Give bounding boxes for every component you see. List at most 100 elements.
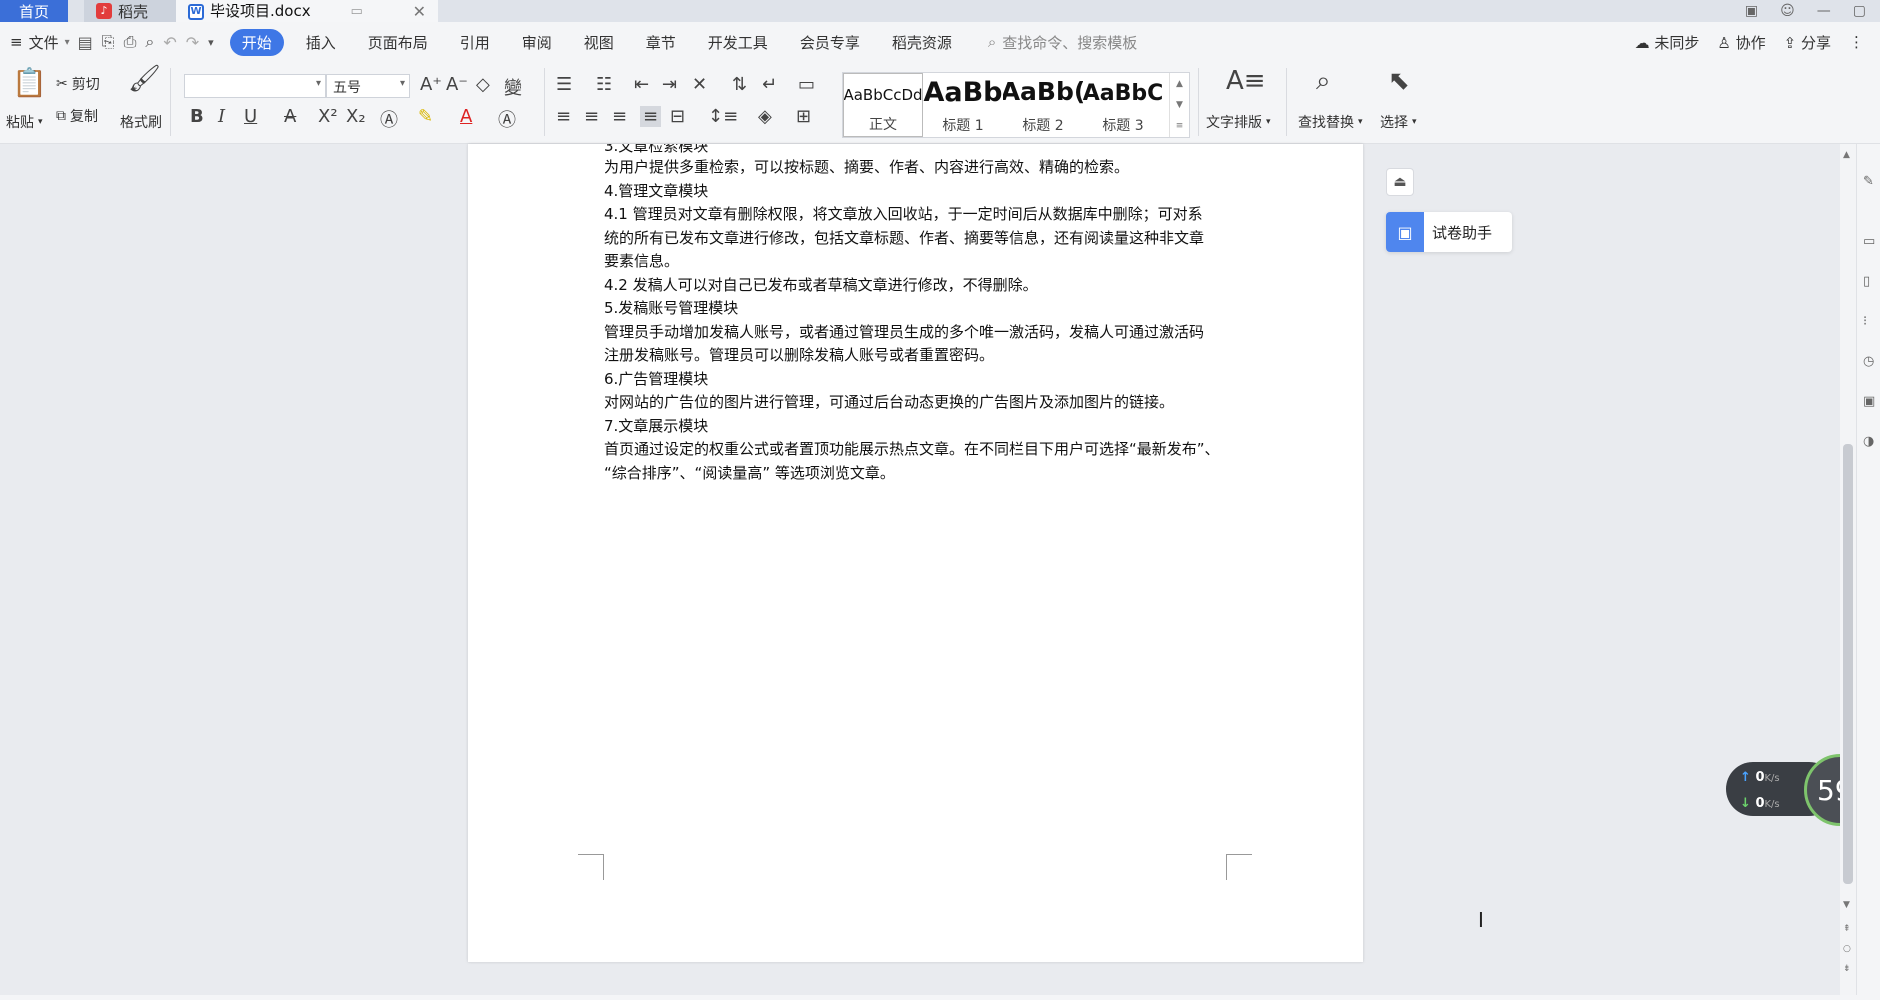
phonetic-guide-icon[interactable]: 變 bbox=[504, 74, 522, 100]
file-menu[interactable]: ≡ 文件 ▾ bbox=[10, 32, 78, 53]
copy-button[interactable]: ⧉ 复制 bbox=[56, 106, 98, 126]
side-tool-icon[interactable]: ◷ bbox=[1863, 354, 1874, 369]
menu-tab-daoke-resources[interactable]: 稻壳资源 bbox=[876, 32, 968, 53]
grow-font-icon[interactable]: A⁺ bbox=[420, 74, 442, 95]
avatar[interactable]: ☺ bbox=[1780, 3, 1795, 19]
side-tool-icon[interactable]: ▭ bbox=[1863, 234, 1875, 249]
side-tool-icon[interactable]: ⁝ bbox=[1863, 314, 1867, 329]
close-tab-icon[interactable]: ✕ bbox=[413, 0, 426, 24]
char-border-icon[interactable]: Ⓐ bbox=[498, 106, 516, 132]
menu-tab-page-layout[interactable]: 页面布局 bbox=[352, 32, 444, 53]
exam-assistant-button[interactable]: ▣ 试卷助手 bbox=[1386, 212, 1512, 252]
menu-tab-member[interactable]: 会员专享 bbox=[784, 32, 876, 53]
side-tool-icon[interactable]: ✎ bbox=[1863, 174, 1874, 189]
find-replace-button[interactable]: 查找替换 ▾ bbox=[1298, 112, 1363, 132]
show-marks-icon[interactable]: ↵ bbox=[762, 74, 777, 95]
font-name-select[interactable]: ▾ bbox=[184, 74, 326, 98]
strikethrough-icon[interactable]: A bbox=[284, 106, 296, 127]
clear-format-icon[interactable]: ◇ bbox=[476, 74, 490, 95]
distributed-align-icon[interactable]: ⊟ bbox=[670, 106, 685, 127]
menu-tab-references[interactable]: 引用 bbox=[444, 32, 506, 53]
justify-icon[interactable]: ≡ bbox=[640, 106, 662, 127]
style-heading-3[interactable]: AaBbC 标题 3 bbox=[1083, 73, 1163, 137]
font-size-select[interactable]: 五号 ▾ bbox=[326, 74, 410, 98]
style-normal[interactable]: AaBbCcDd 正文 bbox=[843, 73, 923, 137]
next-page-icon[interactable]: ⇟ bbox=[1843, 964, 1851, 974]
maximize-icon[interactable]: ▢ bbox=[1853, 3, 1866, 19]
share-button[interactable]: ⇪ 分享 bbox=[1784, 32, 1831, 53]
underline-icon[interactable]: U bbox=[244, 106, 257, 127]
side-tool-icon[interactable]: ▯ bbox=[1863, 274, 1870, 289]
borders-icon[interactable]: ⊞ bbox=[796, 106, 811, 127]
shrink-font-icon[interactable]: A⁻ bbox=[446, 74, 468, 95]
print-icon[interactable]: ⎙ bbox=[124, 32, 137, 52]
tab-home[interactable]: 首页 bbox=[0, 0, 68, 22]
bold-icon[interactable]: B bbox=[190, 106, 204, 127]
font-color-icon[interactable]: A bbox=[460, 106, 472, 127]
layout-icon[interactable]: ▣ bbox=[1745, 3, 1758, 19]
menu-tab-review[interactable]: 审阅 bbox=[506, 32, 568, 53]
subscript-icon[interactable]: X₂ bbox=[346, 106, 366, 127]
tab-document[interactable]: W 毕设项目.docx ▭ ✕ bbox=[176, 0, 438, 24]
save-icon[interactable]: ▤ bbox=[78, 33, 93, 52]
document-body[interactable]: 3.文章检索模块 为用户提供多重检索，可以按标题、摘要、作者、内容进行高效、精确… bbox=[604, 144, 1244, 485]
expand-icon[interactable]: ≡ bbox=[1176, 121, 1184, 131]
scroll-down-icon[interactable]: ▼ bbox=[1843, 900, 1850, 910]
document-page[interactable]: 3.文章检索模块 为用户提供多重检索，可以按标题、摘要、作者、内容进行高效、精确… bbox=[468, 144, 1484, 962]
line-spacing-icon[interactable]: ↕≡ bbox=[708, 106, 738, 127]
align-left-icon[interactable]: ≡ bbox=[556, 106, 571, 127]
align-center-icon[interactable]: ≡ bbox=[584, 106, 599, 127]
style-heading-2[interactable]: AaBb( 标题 2 bbox=[1003, 73, 1083, 137]
pin-icon[interactable]: ▭ bbox=[350, 0, 362, 24]
text-layout-button[interactable]: 文字排版 ▾ bbox=[1206, 112, 1271, 132]
search-icon[interactable]: ⌕ bbox=[1316, 66, 1331, 97]
increase-indent-icon[interactable]: ⇥ bbox=[662, 74, 677, 95]
align-right-icon[interactable]: ≡ bbox=[612, 106, 627, 127]
collapse-panel-icon[interactable]: ⏏ bbox=[1386, 168, 1414, 196]
bullet-list-icon[interactable]: ☰ bbox=[556, 74, 572, 95]
select-browse-icon[interactable]: ○ bbox=[1843, 944, 1851, 954]
superscript-icon[interactable]: X² bbox=[318, 106, 338, 127]
format-painter-button[interactable]: 格式刷 bbox=[120, 112, 162, 132]
collab-button[interactable]: ♙ 协作 bbox=[1717, 32, 1765, 53]
styles-scroll[interactable]: ▲ ▼ ≡ bbox=[1169, 73, 1189, 137]
cut-button[interactable]: ✂ 剪切 bbox=[56, 74, 100, 94]
paste-icon[interactable]: 📋 bbox=[12, 66, 47, 99]
more-chevron-icon[interactable]: ▾ bbox=[208, 36, 214, 49]
text-effect-icon[interactable]: Ⓐ bbox=[380, 106, 398, 132]
text-layout-icon[interactable]: A≡ bbox=[1226, 66, 1266, 96]
minimize-icon[interactable]: — bbox=[1817, 3, 1831, 19]
command-search[interactable]: ⌕ 查找命令、搜索模板 bbox=[968, 32, 1137, 53]
network-speed-widget[interactable]: ↑ 0K/s ↓ 0K/s 59% bbox=[1726, 754, 1876, 826]
side-tool-icon[interactable]: ◑ bbox=[1863, 434, 1874, 449]
highlight-icon[interactable]: ✎ bbox=[418, 106, 433, 127]
prev-page-icon[interactable]: ⇞ bbox=[1843, 924, 1851, 934]
menu-tab-insert[interactable]: 插入 bbox=[290, 32, 352, 53]
menu-tab-section[interactable]: 章节 bbox=[630, 32, 692, 53]
paste-button[interactable]: 粘贴 ▾ bbox=[6, 112, 43, 132]
italic-icon[interactable]: I bbox=[218, 106, 225, 127]
sync-button[interactable]: ☁ 未同步 bbox=[1635, 32, 1700, 53]
shading-icon[interactable]: ◈ bbox=[758, 106, 772, 127]
side-tool-icon[interactable]: ▣ bbox=[1863, 394, 1875, 409]
vertical-scrollbar[interactable]: ▲ ▼ ⇞ ○ ⇟ bbox=[1840, 144, 1856, 1000]
menu-tab-start[interactable]: 开始 bbox=[229, 28, 284, 56]
chinese-layout-icon[interactable]: ✕ bbox=[692, 74, 707, 95]
scroll-up-icon[interactable]: ▲ bbox=[1843, 150, 1850, 160]
numbered-list-icon[interactable]: ☷ bbox=[596, 74, 612, 95]
format-painter-icon[interactable]: 🖌 bbox=[128, 64, 161, 94]
cursor-icon[interactable]: ⬉ bbox=[1388, 66, 1410, 96]
export-pdf-icon[interactable]: ⎘ bbox=[102, 32, 115, 52]
print-preview-icon[interactable]: ⌕ bbox=[145, 32, 154, 52]
scrollbar-thumb[interactable] bbox=[1843, 444, 1853, 884]
chevron-up-icon[interactable]: ▲ bbox=[1176, 79, 1183, 89]
style-heading-1[interactable]: AaBb 标题 1 bbox=[923, 73, 1003, 137]
menu-tab-developer[interactable]: 开发工具 bbox=[692, 32, 784, 53]
select-button[interactable]: 选择 ▾ bbox=[1380, 112, 1417, 132]
ruler-icon[interactable]: ▭ bbox=[798, 74, 815, 95]
decrease-indent-icon[interactable]: ⇤ bbox=[634, 74, 649, 95]
redo-icon[interactable]: ↷ bbox=[186, 33, 199, 52]
more-options-icon[interactable]: ⋮ bbox=[1849, 33, 1864, 51]
sort-icon[interactable]: ⇅ bbox=[732, 74, 747, 95]
chevron-down-icon[interactable]: ▼ bbox=[1176, 100, 1183, 110]
